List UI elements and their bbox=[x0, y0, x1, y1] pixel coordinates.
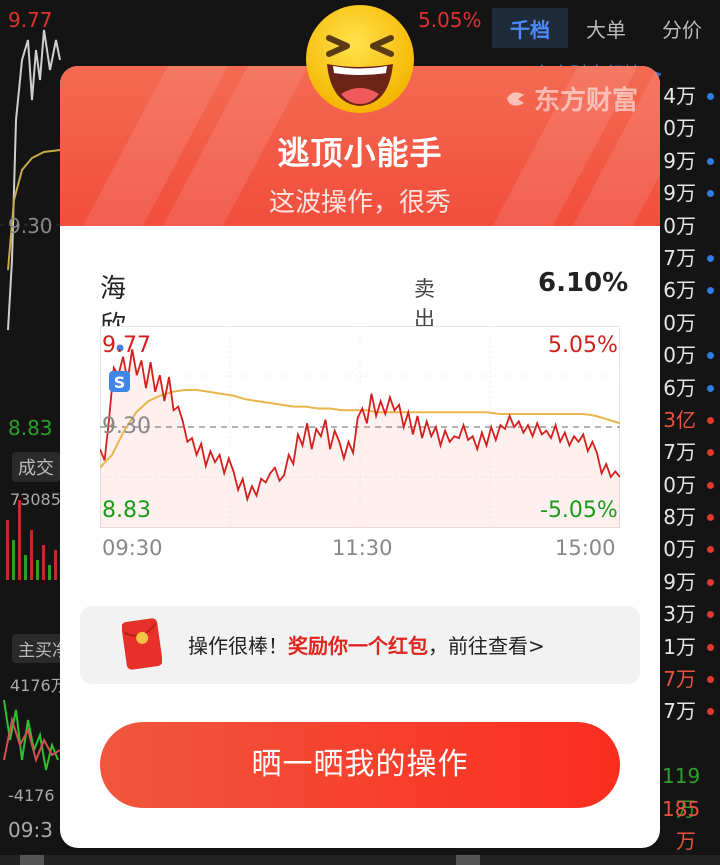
bg-price-mid: 9.30 bbox=[8, 214, 53, 238]
bg-volume-label: 成交 bbox=[12, 452, 60, 482]
achievement-card: 东方财富 逃顶小能手 这波操作，很秀 海欣食品 卖出后下跌 6.10% S 9.… bbox=[60, 66, 660, 848]
brand-logo: 东方财富 bbox=[504, 80, 638, 117]
drop-value: 6.10% bbox=[538, 268, 629, 298]
y-tick-mid: 9.30 bbox=[102, 414, 151, 439]
y-tick-right-high: 5.05% bbox=[548, 333, 618, 358]
card-title: 逃顶小能手 bbox=[277, 134, 443, 172]
brand-name: 东方财富 bbox=[533, 86, 638, 116]
bg-price-low: 8.83 bbox=[8, 416, 53, 440]
x-tick-noon: 11:30 bbox=[332, 536, 393, 560]
bg-row: 4万 bbox=[662, 80, 720, 112]
promo-suffix: ，前往查看> bbox=[428, 634, 545, 658]
bg-row: 7万 bbox=[662, 663, 720, 695]
bg-row: 8万 bbox=[662, 501, 720, 533]
tab-fenjia[interactable]: 分价 bbox=[644, 8, 720, 48]
share-operation-button[interactable]: 晒一晒我的操作 bbox=[100, 722, 620, 808]
bg-right-column: 4万 0万 9万 9万 0万 7万 6万 0万 0万 6万 3亿 7万 0万 8… bbox=[662, 80, 720, 853]
y-tick-high: 9.77 bbox=[102, 333, 151, 358]
bg-row: 0万 bbox=[663, 116, 696, 141]
bg-row: 6万 bbox=[662, 274, 720, 306]
red-envelope-icon bbox=[122, 618, 162, 670]
bg-volume-value: 73085 bbox=[10, 490, 61, 509]
red-packet-banner[interactable]: 操作很棒！奖励你一个红包，前往查看> bbox=[80, 606, 640, 684]
tab-qiandang[interactable]: 千档 bbox=[492, 8, 568, 48]
y-tick-low: 8.83 bbox=[102, 498, 151, 523]
sell-badge-label: S bbox=[114, 373, 126, 392]
x-tick-open: 09:30 bbox=[102, 536, 163, 560]
promo-text[interactable]: 操作很棒！奖励你一个红包，前往查看> bbox=[188, 630, 545, 659]
bg-row: 3亿 bbox=[662, 404, 720, 436]
promo-highlight: 奖励你一个红包 bbox=[288, 634, 428, 658]
bg-row bbox=[662, 728, 720, 760]
bg-row: 0万 bbox=[663, 213, 696, 238]
bg-row: 7万 bbox=[662, 242, 720, 274]
x-tick-close: 15:00 bbox=[555, 536, 616, 560]
bg-price-high: 9.77 bbox=[8, 8, 53, 32]
bg-row: 185万 bbox=[662, 796, 701, 853]
bg-row: 0万 bbox=[663, 310, 696, 335]
bg-row: 0万 bbox=[662, 533, 720, 565]
bg-row: 0万 bbox=[662, 339, 720, 371]
bg-flow-value-top: 4176万 bbox=[10, 676, 67, 695]
sell-badge: S bbox=[109, 371, 130, 392]
y-tick-right-low: -5.05% bbox=[540, 498, 618, 523]
bg-row: 9万 bbox=[662, 177, 720, 209]
bg-row: 9万 bbox=[662, 145, 720, 177]
card-subtitle: 这波操作，很秀 bbox=[268, 188, 451, 218]
tab-dadan[interactable]: 大单 bbox=[568, 8, 644, 48]
bg-row: 0万 bbox=[662, 469, 720, 501]
laughing-emoji-icon bbox=[306, 5, 414, 113]
bg-pct-high: 5.05% bbox=[418, 8, 482, 32]
bg-time-left: 09:3 bbox=[8, 818, 53, 842]
bg-flow-value-bottom: -4176 bbox=[8, 786, 55, 805]
promo-prefix: 操作很棒！ bbox=[188, 634, 288, 658]
bg-row: 7万 bbox=[662, 695, 720, 727]
bg-row: 7万 bbox=[662, 436, 720, 468]
bg-tab-bar: 千档 大单 分价 bbox=[492, 8, 720, 48]
bg-row: 119万 bbox=[662, 764, 701, 821]
bg-row: 1万 bbox=[662, 631, 720, 663]
brand-mark-icon bbox=[506, 91, 524, 106]
bg-row: 3万 bbox=[662, 598, 720, 630]
bg-row: 9万 bbox=[662, 566, 720, 598]
bg-row: 6万 bbox=[662, 372, 720, 404]
